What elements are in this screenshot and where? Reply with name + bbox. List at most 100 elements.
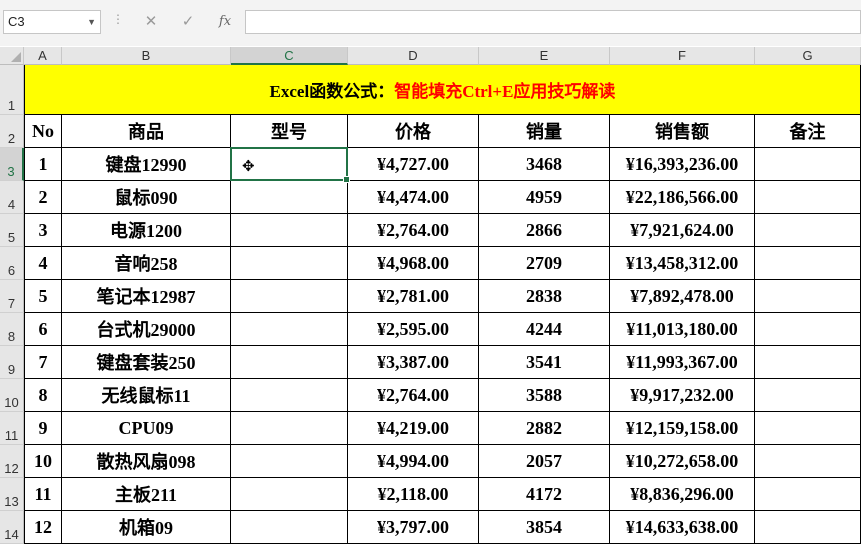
- row-header-9[interactable]: 9: [0, 346, 24, 379]
- column-header-f[interactable]: F: [610, 47, 755, 65]
- more-options-icon[interactable]: ⋮: [112, 12, 124, 26]
- cell-c6[interactable]: [231, 247, 348, 280]
- cell-g14[interactable]: [755, 511, 861, 544]
- row-header-6[interactable]: 6: [0, 247, 24, 280]
- cell-e14[interactable]: 3854: [479, 511, 610, 544]
- cell-g6[interactable]: [755, 247, 861, 280]
- cell-a6[interactable]: 4: [24, 247, 62, 280]
- cell-g7[interactable]: [755, 280, 861, 313]
- cell-g4[interactable]: [755, 181, 861, 214]
- cell-d5[interactable]: ¥2,764.00: [348, 214, 479, 247]
- cell-e12[interactable]: 2057: [479, 445, 610, 478]
- cell-b4[interactable]: 鼠标090: [62, 181, 231, 214]
- cell-b10[interactable]: 无线鼠标11: [62, 379, 231, 412]
- column-header-g[interactable]: G: [755, 47, 861, 65]
- cell-b6[interactable]: 音响258: [62, 247, 231, 280]
- cell-f12[interactable]: ¥10,272,658.00: [610, 445, 755, 478]
- cell-f5[interactable]: ¥7,921,624.00: [610, 214, 755, 247]
- cell-d12[interactable]: ¥4,994.00: [348, 445, 479, 478]
- insert-function-button[interactable]: fx: [214, 11, 236, 33]
- cell-b7[interactable]: 笔记本12987: [62, 280, 231, 313]
- select-all-button[interactable]: [0, 47, 24, 65]
- cell-f13[interactable]: ¥8,836,296.00: [610, 478, 755, 511]
- cell-b3[interactable]: 键盘12990: [62, 148, 231, 181]
- row-header-3[interactable]: 3: [0, 148, 24, 181]
- cell-e10[interactable]: 3588: [479, 379, 610, 412]
- cell-c13[interactable]: [231, 478, 348, 511]
- row-header-7[interactable]: 7: [0, 280, 24, 313]
- column-header-e[interactable]: E: [479, 47, 610, 65]
- cell-e11[interactable]: 2882: [479, 412, 610, 445]
- cell-b14[interactable]: 机箱09: [62, 511, 231, 544]
- row-header-10[interactable]: 10: [0, 379, 24, 412]
- cell-f9[interactable]: ¥11,993,367.00: [610, 346, 755, 379]
- cell-c10[interactable]: [231, 379, 348, 412]
- cell-a4[interactable]: 2: [24, 181, 62, 214]
- enter-icon[interactable]: ✓: [177, 11, 199, 33]
- cell-g3[interactable]: [755, 148, 861, 181]
- cell-d4[interactable]: ¥4,474.00: [348, 181, 479, 214]
- row-header-13[interactable]: 13: [0, 478, 24, 511]
- column-header-c[interactable]: C: [231, 47, 348, 65]
- cell-b12[interactable]: 散热风扇098: [62, 445, 231, 478]
- cell-a13[interactable]: 11: [24, 478, 62, 511]
- cell-b9[interactable]: 键盘套装250: [62, 346, 231, 379]
- row-header-5[interactable]: 5: [0, 214, 24, 247]
- cell-c8[interactable]: [231, 313, 348, 346]
- row-header-14[interactable]: 14: [0, 511, 24, 544]
- name-box[interactable]: C3 ▼: [3, 10, 101, 34]
- row-header-12[interactable]: 12: [0, 445, 24, 478]
- cell-b8[interactable]: 台式机29000: [62, 313, 231, 346]
- cell-a12[interactable]: 10: [24, 445, 62, 478]
- cell-a5[interactable]: 3: [24, 214, 62, 247]
- cell-f10[interactable]: ¥9,917,232.00: [610, 379, 755, 412]
- cell-c11[interactable]: [231, 412, 348, 445]
- cell-e6[interactable]: 2709: [479, 247, 610, 280]
- cell-a9[interactable]: 7: [24, 346, 62, 379]
- cell-c5[interactable]: [231, 214, 348, 247]
- cell-a7[interactable]: 5: [24, 280, 62, 313]
- row-header-2[interactable]: 2: [0, 115, 24, 148]
- cell-d14[interactable]: ¥3,797.00: [348, 511, 479, 544]
- cell-e13[interactable]: 4172: [479, 478, 610, 511]
- cell-g5[interactable]: [755, 214, 861, 247]
- column-header-b[interactable]: B: [62, 47, 231, 65]
- cell-b13[interactable]: 主板211: [62, 478, 231, 511]
- cell-c9[interactable]: [231, 346, 348, 379]
- cell-e4[interactable]: 4959: [479, 181, 610, 214]
- cell-e9[interactable]: 3541: [479, 346, 610, 379]
- row-header-8[interactable]: 8: [0, 313, 24, 346]
- cell-g10[interactable]: [755, 379, 861, 412]
- cell-f6[interactable]: ¥13,458,312.00: [610, 247, 755, 280]
- cell-a8[interactable]: 6: [24, 313, 62, 346]
- cell-f14[interactable]: ¥14,633,638.00: [610, 511, 755, 544]
- header-cell-c[interactable]: 型号: [231, 115, 348, 148]
- cell-f3[interactable]: ¥16,393,236.00: [610, 148, 755, 181]
- header-cell-a[interactable]: No: [24, 115, 62, 148]
- cell-f7[interactable]: ¥7,892,478.00: [610, 280, 755, 313]
- cell-g12[interactable]: [755, 445, 861, 478]
- cell-g11[interactable]: [755, 412, 861, 445]
- cell-c14[interactable]: [231, 511, 348, 544]
- header-cell-e[interactable]: 销量: [479, 115, 610, 148]
- cell-a11[interactable]: 9: [24, 412, 62, 445]
- cell-a14[interactable]: 12: [24, 511, 62, 544]
- header-cell-d[interactable]: 价格: [348, 115, 479, 148]
- cell-d6[interactable]: ¥4,968.00: [348, 247, 479, 280]
- formula-input[interactable]: [245, 10, 861, 34]
- cell-c12[interactable]: [231, 445, 348, 478]
- cell-e8[interactable]: 4244: [479, 313, 610, 346]
- column-header-a[interactable]: A: [24, 47, 62, 65]
- cell-f8[interactable]: ¥11,013,180.00: [610, 313, 755, 346]
- row-header-4[interactable]: 4: [0, 181, 24, 214]
- cell-f11[interactable]: ¥12,159,158.00: [610, 412, 755, 445]
- row-header-1[interactable]: 1: [0, 65, 24, 115]
- cell-b5[interactable]: 电源1200: [62, 214, 231, 247]
- cell-g13[interactable]: [755, 478, 861, 511]
- cell-d13[interactable]: ¥2,118.00: [348, 478, 479, 511]
- cell-a3[interactable]: 1: [24, 148, 62, 181]
- column-header-d[interactable]: D: [348, 47, 479, 65]
- cell-g8[interactable]: [755, 313, 861, 346]
- header-cell-f[interactable]: 销售额: [610, 115, 755, 148]
- cell-d9[interactable]: ¥3,387.00: [348, 346, 479, 379]
